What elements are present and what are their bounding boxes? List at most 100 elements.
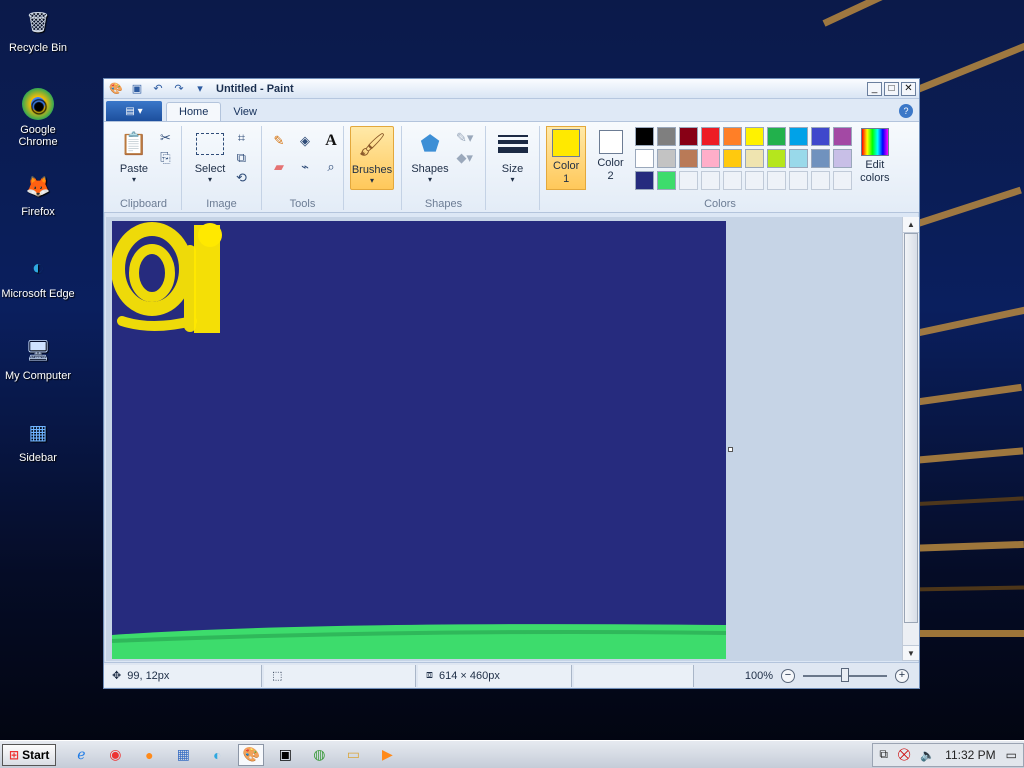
palette-swatch[interactable] (744, 127, 764, 146)
drawing-canvas[interactable] (112, 221, 726, 659)
tab-view[interactable]: View (221, 103, 269, 121)
media-center-icon[interactable]: ◍ (306, 744, 332, 766)
maximize-button[interactable]: □ (884, 81, 899, 96)
palette-swatch[interactable] (700, 127, 720, 146)
close-button[interactable]: ✕ (901, 81, 916, 96)
palette-swatch[interactable] (678, 149, 698, 168)
zoom-out-icon[interactable]: − (781, 668, 795, 683)
help-icon[interactable]: ? (899, 104, 913, 118)
palette-swatch-empty[interactable] (700, 171, 720, 190)
save-icon[interactable]: ▣ (129, 81, 145, 97)
vertical-scrollbar[interactable]: ▲ ▼ (902, 217, 919, 661)
palette-swatch[interactable] (788, 149, 808, 168)
start-button[interactable]: ⊞ Start (2, 743, 57, 766)
magnifier-icon[interactable]: ⌕ (320, 156, 342, 178)
select-label: Select (194, 163, 226, 175)
zoom-level-text: 100% (744, 669, 773, 682)
palette-swatch-empty[interactable] (678, 171, 698, 190)
palette-swatch[interactable] (722, 127, 742, 146)
palette-swatch[interactable] (788, 127, 808, 146)
volume-icon[interactable]: 🔈 (920, 748, 935, 762)
palette-swatch[interactable] (832, 149, 852, 168)
palette-swatch[interactable] (810, 127, 830, 146)
palette-swatch[interactable] (832, 127, 852, 146)
media-player-icon[interactable]: ▶ (374, 744, 400, 766)
desktop-icon-my-computer[interactable]: 🖥 My Computer (0, 334, 76, 383)
palette-swatch[interactable] (766, 127, 786, 146)
palette-swatch[interactable] (744, 149, 764, 168)
text-icon[interactable]: A (320, 130, 342, 152)
crop-icon[interactable]: ⌗ (236, 130, 247, 146)
network-icon[interactable]: ⧉ (879, 747, 888, 762)
fill-bucket-icon[interactable]: ◈ (294, 130, 316, 152)
color-picker-icon[interactable]: ⌁ (294, 156, 316, 178)
start-label: Start (22, 747, 50, 762)
paint-app-icon[interactable]: 🎨 (108, 81, 124, 97)
windows-explorer-icon[interactable]: ▦ (170, 744, 196, 766)
copy-icon[interactable]: ⎘ (160, 150, 171, 166)
fill-icon[interactable]: ◆▾ (456, 150, 473, 166)
palette-swatch[interactable] (722, 149, 742, 168)
palette-swatch[interactable] (634, 171, 654, 190)
desktop-icon-sidebar[interactable]: ▦ Sidebar (0, 416, 76, 465)
resize-icon[interactable]: ⧉ (236, 150, 247, 166)
brushes-button[interactable]: 🖌 Brushes ▾ (350, 126, 394, 190)
canvas-resize-handle[interactable] (728, 447, 733, 452)
paint-menu-button[interactable]: ▤ ▾ (106, 101, 162, 121)
clock[interactable]: 11:32 PM (945, 748, 995, 762)
status-empty-pane (574, 664, 694, 687)
palette-swatch[interactable] (656, 171, 676, 190)
cut-icon[interactable]: ✂ (160, 130, 171, 146)
palette-swatch-empty[interactable] (810, 171, 830, 190)
palette-swatch[interactable] (766, 149, 786, 168)
color2-label-line1: Color (597, 157, 624, 169)
palette-swatch-empty[interactable] (722, 171, 742, 190)
scrollbar-thumb[interactable] (904, 233, 918, 623)
palette-swatch[interactable] (656, 127, 676, 146)
rotate-icon[interactable]: ⟲ (236, 170, 247, 186)
edge-icon: ◐ (31, 256, 45, 279)
color1-button[interactable]: Color 1 (546, 126, 587, 190)
size-button[interactable]: Size ▾ (492, 126, 533, 210)
pencil-icon[interactable]: ✎ (268, 130, 290, 152)
palette-swatch[interactable] (700, 149, 720, 168)
undo-icon[interactable]: ↶ (150, 81, 166, 97)
palette-swatch[interactable] (678, 127, 698, 146)
folder-icon[interactable]: ▭ (340, 744, 366, 766)
scroll-down-icon[interactable]: ▼ (903, 645, 919, 661)
palette-swatch[interactable] (656, 149, 676, 168)
tab-home[interactable]: Home (166, 102, 222, 121)
desktop-icon-microsoft-edge[interactable]: ◐ Microsoft Edge (0, 252, 76, 301)
desktop-icon-google-chrome[interactable]: ◉ Google Chrome (0, 88, 76, 148)
zoom-slider[interactable] (803, 667, 887, 682)
brush-icon: 🖌 (358, 132, 386, 157)
terminal-icon[interactable]: ▣ (272, 744, 298, 766)
redo-icon[interactable]: ↷ (171, 81, 187, 97)
edge-taskbar-icon[interactable]: ◐ (204, 744, 230, 766)
palette-swatch[interactable] (634, 127, 654, 146)
show-desktop-icon[interactable]: ▭ (1006, 748, 1017, 762)
scroll-up-icon[interactable]: ▲ (903, 217, 919, 233)
desktop-icon-recycle-bin[interactable]: 🗑 Recycle Bin (0, 6, 76, 55)
desktop-icon-firefox[interactable]: 🦊 Firefox (0, 170, 76, 219)
customize-qat-icon[interactable]: ▾ (192, 81, 208, 97)
paint-taskbar-button[interactable]: 🎨 (238, 743, 265, 766)
outline-icon[interactable]: ✎▾ (456, 130, 473, 146)
palette-swatch-empty[interactable] (832, 171, 852, 190)
color1-label-line2: 1 (563, 173, 570, 185)
title-bar[interactable]: 🎨 ▣ ↶ ↷ ▾ Untitled - Paint _ □ ✕ (104, 79, 919, 99)
palette-swatch-empty[interactable] (788, 171, 808, 190)
firefox-taskbar-icon[interactable]: ● (136, 744, 162, 766)
zoom-slider-handle[interactable] (841, 667, 849, 682)
palette-swatch-empty[interactable] (744, 171, 764, 190)
palette-swatch[interactable] (810, 149, 830, 168)
chrome-taskbar-icon[interactable]: ◉ (102, 744, 128, 766)
minimize-button[interactable]: _ (867, 81, 882, 96)
zoom-in-icon[interactable]: + (895, 668, 909, 683)
internet-explorer-icon[interactable]: ℯ (68, 744, 94, 766)
palette-swatch-empty[interactable] (766, 171, 786, 190)
palette-swatch[interactable] (634, 149, 654, 168)
eraser-icon[interactable]: ▰ (268, 156, 290, 178)
security-alert-icon[interactable]: ⛒ (898, 747, 910, 762)
color1-swatch (552, 129, 581, 157)
